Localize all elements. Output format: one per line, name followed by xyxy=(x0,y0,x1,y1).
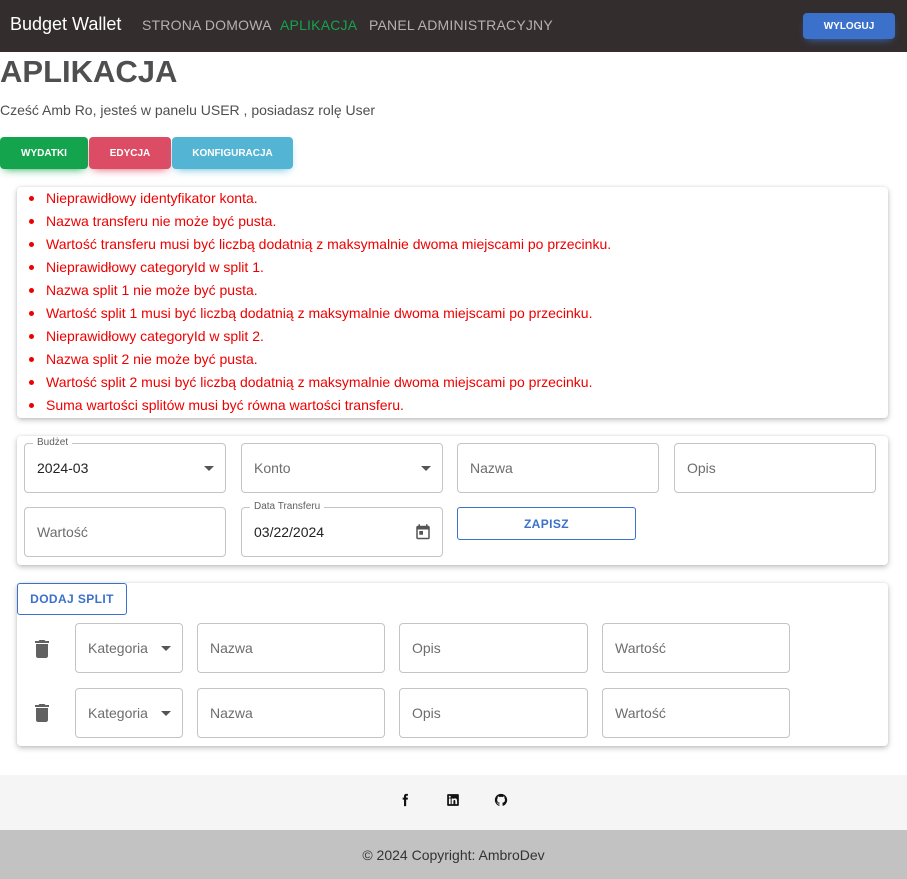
description-placeholder: Opis xyxy=(687,460,716,476)
error-item: Nazwa split 2 nie może być pusta. xyxy=(29,351,611,374)
category-placeholder: Kategoria xyxy=(88,705,148,721)
greeting-text: Cześć Amb Ro, jesteś w panelu USER , pos… xyxy=(0,102,376,118)
category-placeholder: Kategoria xyxy=(88,640,148,656)
page-title: APLIKACJA xyxy=(0,54,178,89)
error-item: Nazwa transferu nie może być pusta. xyxy=(29,213,611,236)
name-placeholder: Nazwa xyxy=(210,705,253,721)
value-placeholder: Wartość xyxy=(37,524,88,540)
nav-link-admin[interactable]: PANEL ADMINISTRACYJNY xyxy=(369,17,553,33)
split-category-select[interactable]: Kategoria xyxy=(75,623,183,673)
transfer-value-input[interactable]: Wartość xyxy=(24,507,226,557)
name-placeholder: Nazwa xyxy=(210,640,253,656)
brand-logo[interactable]: Budget Wallet xyxy=(10,14,121,35)
error-item: Suma wartości splitów musi być równa war… xyxy=(29,397,611,420)
split-name-input[interactable]: Nazwa xyxy=(197,623,385,673)
split-name-input[interactable]: Nazwa xyxy=(197,688,385,738)
validation-errors-list: Nieprawidłowy identyfikator konta. Nazwa… xyxy=(29,190,611,420)
description-placeholder: Opis xyxy=(412,640,441,656)
logout-button[interactable]: WYLOGUJ xyxy=(803,13,895,39)
budget-value: 2024-03 xyxy=(37,460,89,476)
github-icon[interactable] xyxy=(494,793,508,807)
tab-configuration[interactable]: KONFIGURACJA xyxy=(172,137,293,169)
date-value: 03/22/2024 xyxy=(254,524,325,540)
chevron-down-icon xyxy=(161,711,171,716)
error-item: Wartość split 1 musi być liczbą dodatnią… xyxy=(29,305,611,328)
value-placeholder: Wartość xyxy=(615,705,666,721)
error-item: Nieprawidłowy categoryId w split 2. xyxy=(29,328,611,351)
transfer-name-input[interactable]: Nazwa xyxy=(457,443,659,493)
error-item: Wartość transferu musi być liczbą dodatn… xyxy=(29,236,611,259)
transfer-date-input[interactable]: Data Transferu 03/22/2024 xyxy=(241,501,443,557)
add-split-button[interactable]: DODAJ SPLIT xyxy=(17,583,127,615)
calendar-icon[interactable] xyxy=(414,523,432,542)
facebook-icon[interactable] xyxy=(398,793,412,807)
account-select[interactable]: Konto xyxy=(241,443,443,493)
tab-expenses[interactable]: WYDATKI xyxy=(0,137,88,169)
footer-copyright: © 2024 Copyright: AmbroDev xyxy=(0,830,907,879)
date-label: Data Transferu xyxy=(250,501,325,512)
description-placeholder: Opis xyxy=(412,705,441,721)
split-category-select[interactable]: Kategoria xyxy=(75,688,183,738)
chevron-down-icon xyxy=(421,466,431,471)
tab-edit[interactable]: EDYCJA xyxy=(89,137,171,169)
splits-card: DODAJ SPLIT Kategoria Nazwa Opis Wartość… xyxy=(17,583,888,746)
trash-icon[interactable] xyxy=(35,640,49,658)
split-value-input[interactable]: Wartość xyxy=(602,688,790,738)
name-placeholder: Nazwa xyxy=(470,460,513,476)
split-description-input[interactable]: Opis xyxy=(399,688,588,738)
nav-link-home[interactable]: STRONA DOMOWA xyxy=(142,17,272,33)
account-placeholder: Konto xyxy=(254,460,291,476)
navbar: Budget Wallet STRONA DOMOWA APLIKACJA PA… xyxy=(0,0,907,52)
split-description-input[interactable]: Opis xyxy=(399,623,588,673)
chevron-down-icon xyxy=(204,466,214,471)
error-item: Nieprawidłowy categoryId w split 1. xyxy=(29,259,611,282)
error-item: Wartość split 2 musi być liczbą dodatnią… xyxy=(29,374,611,397)
validation-errors-card: Nieprawidłowy identyfikator konta. Nazwa… xyxy=(17,187,888,418)
error-item: Nazwa split 1 nie może być pusta. xyxy=(29,282,611,305)
budget-label: Budżet xyxy=(33,437,73,448)
transfer-form-card: Budżet 2024-03 Konto Nazwa Opis Wartość … xyxy=(17,436,888,565)
save-button[interactable]: ZAPISZ xyxy=(457,507,636,540)
value-placeholder: Wartość xyxy=(615,640,666,656)
linkedin-icon[interactable] xyxy=(446,793,460,807)
footer-social-bar xyxy=(0,775,907,830)
nav-link-app[interactable]: APLIKACJA xyxy=(280,17,357,33)
error-item: Nieprawidłowy identyfikator konta. xyxy=(29,190,611,213)
budget-select[interactable]: Budżet 2024-03 xyxy=(24,437,226,493)
split-value-input[interactable]: Wartość xyxy=(602,623,790,673)
chevron-down-icon xyxy=(161,646,171,651)
transfer-description-input[interactable]: Opis xyxy=(674,443,876,493)
trash-icon[interactable] xyxy=(35,704,49,722)
